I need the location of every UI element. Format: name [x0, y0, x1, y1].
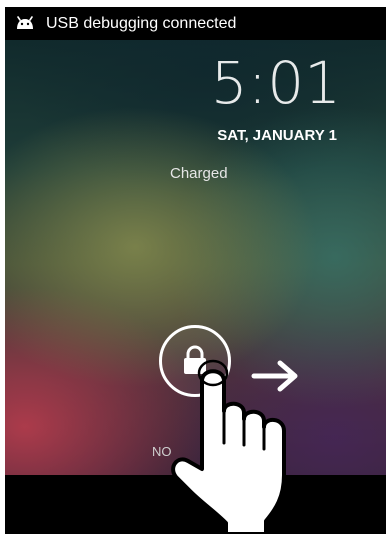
status-bar: USB debugging connected [5, 7, 386, 40]
carrier-text: NO [152, 444, 172, 459]
hand-pointer-icon [171, 359, 286, 534]
charge-status: Charged [170, 165, 228, 182]
status-notification-text: USB debugging connected [46, 15, 237, 32]
clock-date: SAT, JANUARY 1 [217, 127, 337, 144]
android-debug-icon [17, 16, 33, 29]
clock-time: 5:01 [210, 49, 341, 117]
